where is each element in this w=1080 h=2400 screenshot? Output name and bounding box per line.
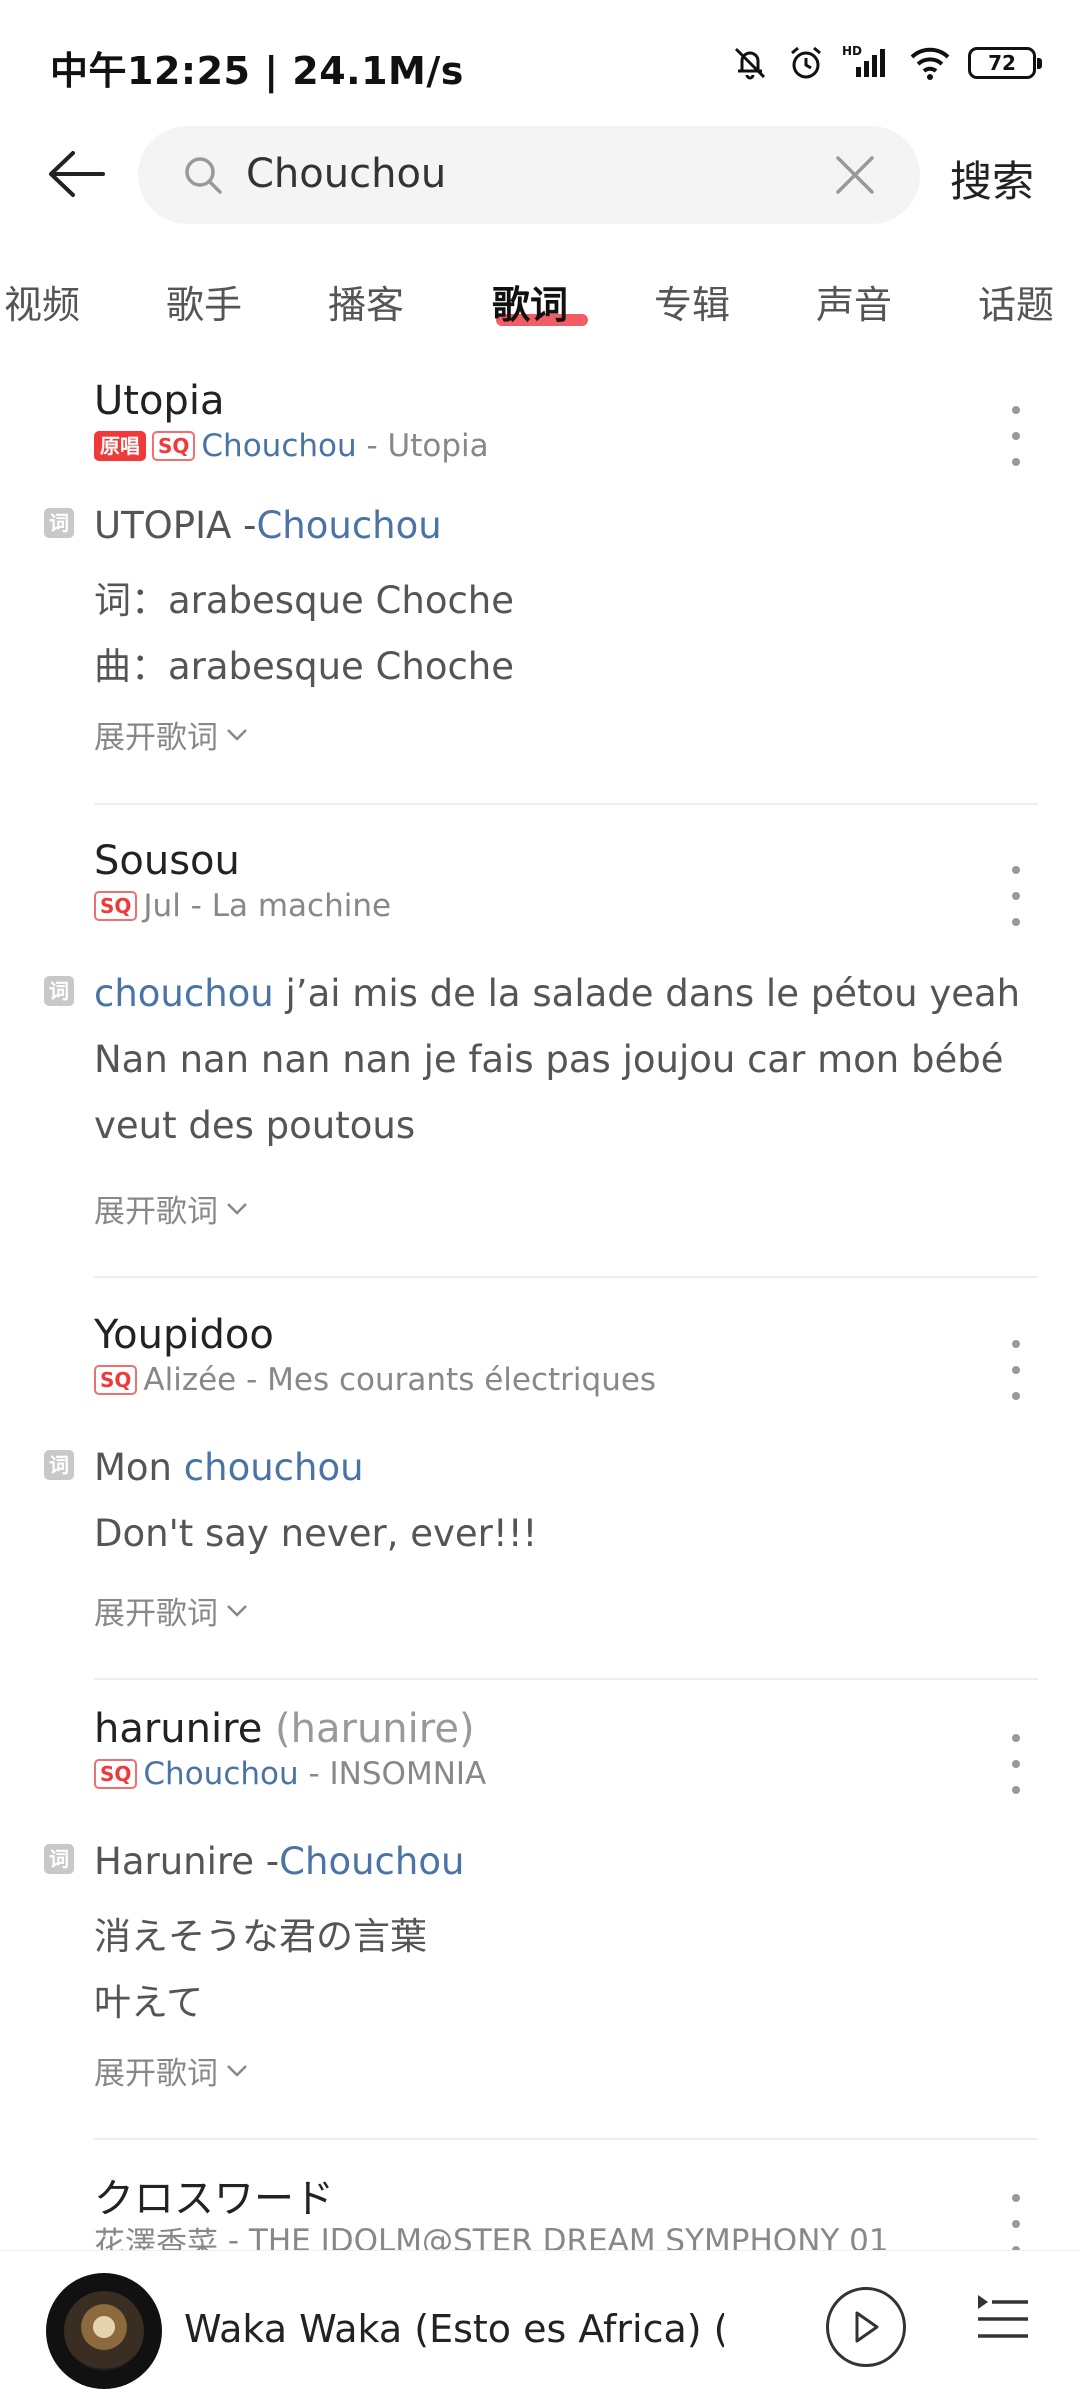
meta-separator: - xyxy=(180,888,212,924)
divider xyxy=(94,1678,1038,1680)
tab-lyrics[interactable]: 歌词 xyxy=(492,274,568,329)
close-icon xyxy=(836,156,874,194)
song-title: Sousou xyxy=(94,838,240,884)
song-meta: SQ Chouchou - INSOMNIA xyxy=(94,1756,486,1792)
battery-icon: 72 xyxy=(968,47,1042,79)
status-bar: 中午12:25 | 24.1M/s HD 72 xyxy=(0,0,1080,120)
alarm-icon xyxy=(791,46,821,79)
album-name: Mes courants électriques xyxy=(267,1362,657,1398)
artist-link[interactable]: Chouchou xyxy=(201,428,356,464)
meta-separator: - xyxy=(236,1362,268,1398)
expand-lyrics-button[interactable]: 展开歌词 xyxy=(94,712,248,757)
album-name: Utopia xyxy=(387,428,489,464)
sq-badge: SQ xyxy=(94,1759,138,1789)
svg-text:HD: HD xyxy=(842,44,862,58)
lyric-badge-icon: 词 xyxy=(44,1844,74,1874)
wifi-icon xyxy=(910,47,950,80)
song-meta: SQ Alizée - Mes courants électriques xyxy=(94,1362,656,1398)
chevron-down-icon xyxy=(227,1604,247,1617)
lyric-line: 叶えて xyxy=(94,1981,204,2024)
original-badge: 原唱 xyxy=(94,431,146,461)
tab-video[interactable]: 视频 xyxy=(4,274,80,329)
meta-separator: - xyxy=(356,428,388,464)
mini-player[interactable]: Waka Waka (Esto es Africa) (… xyxy=(0,2250,1080,2400)
song-title: harunire (harunire) xyxy=(94,1706,475,1752)
more-options-button[interactable] xyxy=(1004,1340,1028,1400)
play-button[interactable] xyxy=(826,2287,906,2367)
bell-mute-icon xyxy=(734,47,766,80)
lyric-line: Harunire -Chouchou xyxy=(94,1840,465,1883)
clear-button[interactable] xyxy=(828,148,882,202)
status-time-speed: 中午12:25 | 24.1M/s xyxy=(50,49,464,93)
more-options-button[interactable] xyxy=(1004,406,1028,466)
artist-name[interactable]: Jul xyxy=(143,888,180,924)
lyric-line: 词：arabesque Choche xyxy=(94,579,515,622)
search-header: 搜索 xyxy=(0,122,1080,226)
song-title: Utopia xyxy=(94,378,225,424)
lyric-line: Nan nan nan nan je fais pas joujou car m… xyxy=(94,1038,1004,1081)
hd-signal-icon: HD xyxy=(842,44,885,77)
sq-badge: SQ xyxy=(152,431,196,461)
chevron-down-icon xyxy=(227,728,247,741)
expand-lyrics-label: 展开歌词 xyxy=(94,2056,218,2092)
lyric-line: 曲：arabesque Choche xyxy=(94,645,515,688)
search-input[interactable] xyxy=(246,144,806,204)
song-meta: SQ Jul - La machine xyxy=(94,888,391,924)
search-icon xyxy=(185,157,222,194)
album-cover[interactable] xyxy=(46,2273,162,2389)
artist-link[interactable]: Chouchou xyxy=(143,1756,298,1792)
lyric-badge-icon: 词 xyxy=(44,1450,74,1480)
tab-topic[interactable]: 话题 xyxy=(978,274,1054,329)
lyric-badge-icon: 词 xyxy=(44,508,74,538)
tab-podcast[interactable]: 播客 xyxy=(328,274,404,329)
expand-lyrics-button[interactable]: 展开歌词 xyxy=(94,1588,248,1633)
playlist-icon xyxy=(978,2295,1028,2338)
now-playing-title[interactable]: Waka Waka (Esto es Africa) (… xyxy=(184,2307,724,2351)
more-options-button[interactable] xyxy=(1004,1734,1028,1794)
expand-lyrics-button[interactable]: 展开歌词 xyxy=(94,2048,248,2093)
search-box[interactable] xyxy=(138,126,920,224)
more-options-button[interactable] xyxy=(1004,866,1028,926)
lyric-line: 消えそうな君の言葉 xyxy=(94,1915,427,1958)
more-options-button[interactable] xyxy=(1004,2194,1028,2254)
expand-lyrics-button[interactable]: 展开歌词 xyxy=(94,1186,248,1231)
expand-lyrics-label: 展开歌词 xyxy=(94,1194,218,1230)
song-alias: (harunire) xyxy=(275,1706,475,1752)
expand-lyrics-label: 展开歌词 xyxy=(94,1596,218,1632)
sq-badge: SQ xyxy=(94,891,138,921)
lyric-line: Don't say never, ever!!! xyxy=(94,1512,538,1555)
expand-lyrics-label: 展开歌词 xyxy=(94,720,218,756)
lyric-line: veut des poutous xyxy=(94,1104,416,1147)
divider xyxy=(94,2138,1038,2140)
play-icon xyxy=(855,2311,879,2343)
lyric-line: UTOPIA -Chouchou xyxy=(94,504,442,547)
sq-badge: SQ xyxy=(94,1365,138,1395)
divider xyxy=(94,803,1038,805)
category-tabs: 视频 歌手 播客 歌词 专辑 声音 话题 xyxy=(0,266,1080,336)
tab-sound[interactable]: 声音 xyxy=(816,274,892,329)
artist-name[interactable]: Alizée xyxy=(143,1362,236,1398)
song-meta: 原唱 SQ Chouchou - Utopia xyxy=(94,428,489,464)
back-button[interactable] xyxy=(40,142,112,206)
meta-separator: - xyxy=(298,1756,330,1792)
chevron-down-icon xyxy=(227,2064,247,2077)
song-title: クロスワード xyxy=(94,2176,334,2222)
tab-album[interactable]: 专辑 xyxy=(654,274,730,329)
lyric-badge-icon: 词 xyxy=(44,976,74,1006)
arrow-left-icon xyxy=(49,151,105,197)
tab-singer[interactable]: 歌手 xyxy=(166,274,242,329)
album-name: INSOMNIA xyxy=(329,1756,487,1792)
status-icons: HD 72 xyxy=(730,38,1042,88)
song-title: Youpidoo xyxy=(94,1312,274,1358)
album-name: La machine xyxy=(211,888,392,924)
search-button[interactable]: 搜索 xyxy=(950,148,1034,209)
chevron-down-icon xyxy=(227,1202,247,1215)
playlist-button[interactable] xyxy=(974,2289,1032,2345)
lyric-line: Mon chouchou xyxy=(94,1446,364,1489)
lyric-line: chouchou j’ai mis de la salade dans le p… xyxy=(94,972,1021,1015)
divider xyxy=(94,1276,1038,1278)
